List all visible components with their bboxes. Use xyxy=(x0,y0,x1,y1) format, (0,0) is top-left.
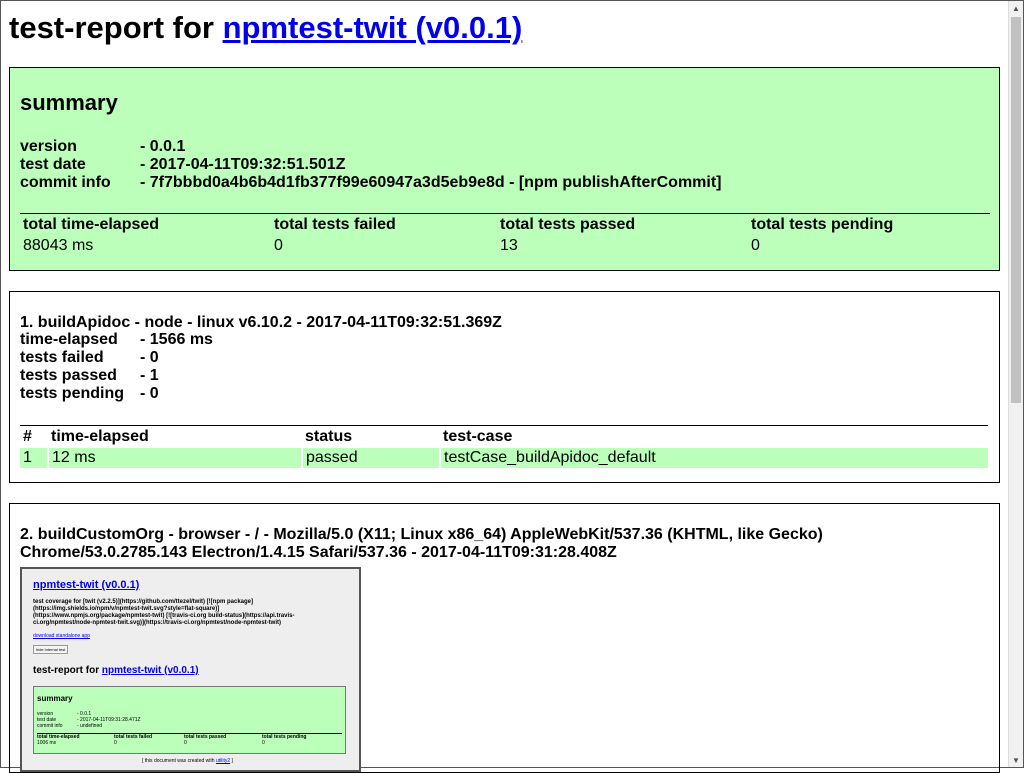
mini-td: 0 xyxy=(114,740,117,746)
download-link[interactable]: download standalone app xyxy=(33,633,90,640)
test-date-value: - 2017-04-11T09:32:51.501Z xyxy=(140,156,346,173)
test-section-buildcustomorg: 2. buildCustomOrg - browser - / - Mozill… xyxy=(9,503,1000,773)
tests-passed-label: tests passed xyxy=(20,367,117,384)
status-header: status xyxy=(302,425,440,448)
total-pending-value: 0 xyxy=(751,237,760,254)
summary-table-header: total time-elapsed total tests failed to… xyxy=(20,213,990,236)
time-header: time-elapsed xyxy=(48,425,302,448)
scroll-down-icon[interactable]: ▼ xyxy=(1009,753,1023,767)
screenshot-package-link[interactable]: npmtest-twit (v0.0.1) xyxy=(33,579,139,591)
total-time-header: total time-elapsed xyxy=(20,213,271,236)
case-status: passed xyxy=(302,448,441,468)
mini-td: 0 xyxy=(184,740,187,746)
case-num: 1 xyxy=(20,448,49,468)
screenshot-summary-card: summary version - 0.0.1 test date - 2017… xyxy=(33,686,346,754)
section-title: 1. buildApidoc - node - linux v6.10.2 - … xyxy=(20,314,502,331)
test-case-header-label: test-case xyxy=(440,425,988,448)
summary-table: total time-elapsed total tests failed to… xyxy=(20,213,990,256)
page-content: test-report for npmtest-twit (v0.0.1) su… xyxy=(9,0,1001,773)
screenshot-summary-table: total time-elapsed total tests failed to… xyxy=(37,733,342,746)
scroll-up-icon[interactable]: ▲ xyxy=(1009,1,1023,15)
total-failed-header: total tests failed xyxy=(271,213,497,236)
version-label: version xyxy=(20,138,77,155)
screenshot-report-title: test-report for npmtest-twit (v0.0.1) xyxy=(33,665,199,676)
tests-passed-value: - 1 xyxy=(140,367,159,384)
screenshot-summary-heading: summary xyxy=(37,694,73,703)
package-link[interactable]: npmtest-twit (v0.0.1) xyxy=(223,10,523,45)
hide-internal-test-button[interactable]: hide internal test xyxy=(33,645,69,654)
tests-pending-value: - 0 xyxy=(140,385,159,402)
total-passed-value: 13 xyxy=(500,237,518,254)
summary-heading: summary xyxy=(20,90,118,115)
test-case-table: # time-elapsed status test-case 1 12 ms … xyxy=(20,425,988,468)
commit-info-value: - 7f7bbbd0a4b6b4d1fb377f99e60947a3d5eb9e… xyxy=(140,174,722,191)
section-title: 2. buildCustomOrg - browser - / - Mozill… xyxy=(20,526,823,562)
version-value: - 0.0.1 xyxy=(140,138,186,155)
commit-info-label: commit info xyxy=(20,174,111,191)
case-time: 12 ms xyxy=(48,448,303,468)
footer-prefix: [ this document was created with xyxy=(142,758,216,764)
report-link[interactable]: npmtest-twit (v0.0.1) xyxy=(102,665,199,676)
mini-commit-value: - undefined xyxy=(77,723,103,729)
vertical-scrollbar[interactable]: ▲ ▼ xyxy=(1008,1,1023,767)
report-prefix: test-report for xyxy=(33,665,100,676)
screenshot-footer: [ this document was created with utility… xyxy=(142,758,233,765)
num-header: # xyxy=(20,425,48,448)
coverage-line: (https://www.npmjs.org/package/npmtest-t… xyxy=(33,613,295,619)
total-time-value: 88043 ms xyxy=(23,237,94,254)
total-pending-header: total tests pending xyxy=(748,213,990,236)
tests-pending-label: tests pending xyxy=(20,385,125,402)
section-title-line2: Chrome/53.0.2785.143 Electron/1.4.15 Saf… xyxy=(20,544,617,561)
tests-failed-value: - 0 xyxy=(140,349,159,366)
test-date-label: test date xyxy=(20,156,86,173)
footer-suffix: ] xyxy=(230,758,233,764)
section-title-line1: 2. buildCustomOrg - browser - / - Mozill… xyxy=(20,526,823,543)
tests-failed-label: tests failed xyxy=(20,349,104,366)
time-elapsed-value: - 1566 ms xyxy=(140,331,213,348)
screenshot-coverage-text: test coverage for [twit (v2.2.5)](https:… xyxy=(33,599,294,627)
summary-card: summary version - 0.0.1 test date - 2017… xyxy=(9,67,1000,271)
summary-details: version - 0.0.1 test date - 2017-04-11T0… xyxy=(20,138,722,192)
footer-link[interactable]: utility2 xyxy=(216,758,230,764)
summary-table-row: 88043 ms 0 13 0 xyxy=(20,236,990,256)
scrollbar-thumb[interactable] xyxy=(1011,17,1021,403)
screenshot-summary-details: version - 0.0.1 test date - 2017-04-11T0… xyxy=(37,711,141,729)
coverage-line: ci.org/npmtest/node-npmtest-twit.svg)](h… xyxy=(33,620,281,626)
section-details: time-elapsed - 1566 ms tests failed - 0 … xyxy=(20,331,213,403)
page-title-prefix: test-report for xyxy=(9,10,214,45)
case-name: testCase_buildApidoc_default xyxy=(440,448,988,468)
time-elapsed-label: time-elapsed xyxy=(20,331,118,348)
browser-screenshot: npmtest-twit (v0.0.1) test coverage for … xyxy=(20,567,361,772)
table-row: 1 12 ms passed testCase_buildApidoc_defa… xyxy=(20,448,988,468)
mini-td: 1006 ms xyxy=(37,740,57,746)
coverage-line: test coverage for [twit (v2.2.5)](https:… xyxy=(33,599,254,605)
test-case-header: # time-elapsed status test-case xyxy=(20,425,988,448)
coverage-line: (https://img.shields.io/npm/v/npmtest-tw… xyxy=(33,606,220,612)
screenshot-content: npmtest-twit (v0.0.1) test coverage for … xyxy=(22,569,359,770)
mini-commit-label: commit info xyxy=(37,723,63,729)
test-section-buildapidoc: 1. buildApidoc - node - linux v6.10.2 - … xyxy=(9,291,1000,483)
mini-td: 0 xyxy=(262,740,265,746)
total-passed-header: total tests passed xyxy=(497,213,748,236)
page-title: test-report for npmtest-twit (v0.0.1) xyxy=(9,8,1001,48)
total-failed-value: 0 xyxy=(274,237,283,254)
